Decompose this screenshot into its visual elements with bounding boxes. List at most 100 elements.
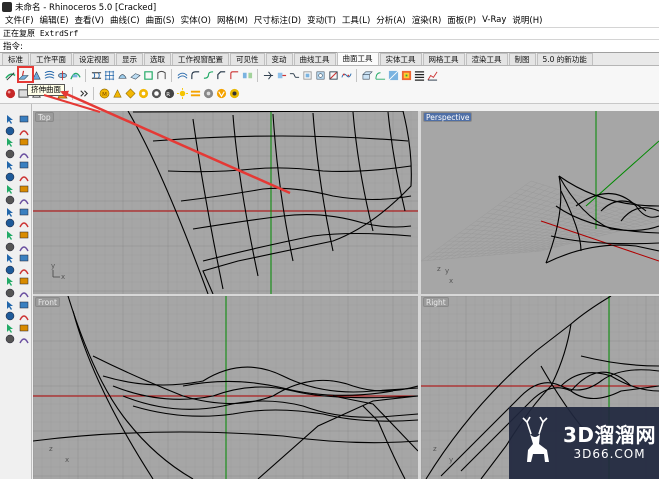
cylinder-icon[interactable]: [4, 207, 15, 217]
sweep2-icon[interactable]: [90, 69, 102, 81]
menu-render[interactable]: 渲染(R): [409, 14, 445, 26]
copy-icon[interactable]: [18, 265, 29, 275]
fillet-srf-icon[interactable]: [189, 69, 201, 81]
expand-icon[interactable]: [77, 88, 89, 100]
tab-standard[interactable]: 标准: [2, 53, 29, 65]
osnap-icon[interactable]: [18, 334, 29, 344]
tab-cplanes[interactable]: 工作平面: [30, 53, 72, 65]
polyline-icon[interactable]: [18, 126, 29, 136]
trim-icon[interactable]: [4, 242, 15, 252]
extend-srf-icon[interactable]: [275, 69, 287, 81]
light-icon[interactable]: R: [163, 88, 175, 100]
menu-transform[interactable]: 变动(T): [304, 14, 339, 26]
decal-icon[interactable]: [137, 88, 149, 100]
vray-icon[interactable]: [189, 88, 201, 100]
viewport-perspective-title[interactable]: Perspective: [423, 112, 473, 122]
surface-from-curves-icon[interactable]: [4, 69, 16, 81]
chamfer-srf-icon[interactable]: [215, 69, 227, 81]
menu-help[interactable]: 说明(H): [509, 14, 545, 26]
draft-icon[interactable]: [426, 69, 438, 81]
menu-surface[interactable]: 曲面(S): [143, 14, 178, 26]
mirror-icon[interactable]: [4, 288, 15, 298]
mesh-icon[interactable]: [4, 218, 15, 228]
viewport-splitter-horizontal[interactable]: [33, 294, 659, 296]
shrink-srf-icon[interactable]: [301, 69, 313, 81]
cone-solid-icon[interactable]: [18, 207, 29, 217]
split-icon[interactable]: [327, 69, 339, 81]
tab-transform[interactable]: 变动: [265, 53, 293, 65]
network-srf-icon[interactable]: [103, 69, 115, 81]
move-icon[interactable]: [4, 265, 15, 275]
viewport-front-title[interactable]: Front: [35, 297, 60, 307]
chamfer-icon[interactable]: [18, 230, 29, 240]
zebra-icon[interactable]: [413, 69, 425, 81]
viewport-top-title[interactable]: Top: [35, 112, 54, 122]
ribbon-icon[interactable]: [361, 69, 373, 81]
edge-srf-icon[interactable]: [142, 69, 154, 81]
text-icon[interactable]: [18, 300, 29, 310]
group-icon[interactable]: [4, 311, 15, 321]
freeform-icon[interactable]: [4, 172, 15, 182]
grid-snap-icon[interactable]: [4, 334, 15, 344]
unroll-icon[interactable]: [374, 69, 386, 81]
viewport-right-title[interactable]: Right: [423, 297, 449, 307]
arc-icon[interactable]: [18, 137, 29, 147]
loft-icon[interactable]: [43, 69, 55, 81]
join-icon[interactable]: [4, 253, 15, 264]
sun-icon[interactable]: [176, 88, 188, 100]
command-input[interactable]: [22, 40, 659, 52]
tab-select[interactable]: 选取: [144, 53, 171, 65]
menu-edit[interactable]: 编辑(E): [37, 14, 72, 26]
ungroup-icon[interactable]: [18, 311, 29, 321]
sphere-icon[interactable]: [18, 195, 29, 205]
variable-fillet-icon[interactable]: [228, 69, 240, 81]
menu-curve[interactable]: 曲线(C): [107, 14, 143, 26]
menu-vray[interactable]: V-Ray: [479, 15, 509, 25]
array-icon[interactable]: [18, 288, 29, 298]
surface-icon[interactable]: [4, 184, 15, 194]
sweep1-icon[interactable]: [69, 69, 81, 81]
merge-srf-icon[interactable]: [262, 69, 274, 81]
fillet-icon[interactable]: [4, 230, 15, 240]
layer-icon[interactable]: [4, 323, 15, 333]
analysis-icon[interactable]: [387, 69, 399, 81]
rebuild-icon[interactable]: [340, 69, 352, 81]
tab-display[interactable]: 显示: [116, 53, 143, 65]
tab-render-tools[interactable]: 渲染工具: [465, 53, 508, 65]
plane-srf-icon[interactable]: [18, 184, 29, 194]
ellipse-icon[interactable]: [18, 149, 29, 159]
menu-file[interactable]: 文件(F): [2, 14, 37, 26]
tab-solid-tools[interactable]: 实体工具: [379, 53, 422, 65]
menu-dimension[interactable]: 尺寸标注(D): [251, 14, 304, 26]
tab-viewport-layout[interactable]: 工作视窗配置: [172, 53, 229, 65]
tab-mesh-tools[interactable]: 网格工具: [422, 53, 465, 65]
blend-srf-icon[interactable]: [202, 69, 214, 81]
sphere-red-icon[interactable]: [4, 88, 16, 100]
tab-set-view[interactable]: 设定视图: [73, 53, 115, 65]
tab-new-in-v5[interactable]: 5.0 的新功能: [536, 53, 593, 65]
scale-icon[interactable]: [18, 276, 29, 286]
circle-icon[interactable]: [4, 149, 15, 159]
polygon-icon[interactable]: [18, 160, 29, 170]
rectangle-icon[interactable]: [4, 160, 15, 171]
menu-tools[interactable]: 工具(L): [339, 14, 373, 26]
material-icon[interactable]: M: [98, 88, 110, 100]
vray-options-icon[interactable]: [202, 88, 214, 100]
properties-icon[interactable]: [18, 323, 29, 333]
menu-view[interactable]: 查看(V): [72, 14, 107, 26]
menu-mesh[interactable]: 网格(M): [214, 14, 251, 26]
patch-icon[interactable]: [116, 69, 128, 81]
vray-render-icon[interactable]: [215, 88, 227, 100]
menu-analyze[interactable]: 分析(A): [373, 14, 408, 26]
menu-panels[interactable]: 面板(P): [444, 14, 479, 26]
spiral-icon[interactable]: [18, 172, 29, 182]
tab-curve-tools[interactable]: 曲线工具: [293, 53, 336, 65]
viewport-perspective[interactable]: Perspective z y x: [421, 111, 659, 294]
rib-icon[interactable]: [155, 69, 167, 81]
mesh-sphere-icon[interactable]: [18, 218, 29, 228]
box-icon[interactable]: [4, 195, 15, 205]
rotate-icon[interactable]: [4, 276, 15, 287]
rail-revolve-icon[interactable]: [56, 69, 68, 81]
plane-icon[interactable]: [129, 69, 141, 81]
render-icon[interactable]: [150, 88, 162, 100]
